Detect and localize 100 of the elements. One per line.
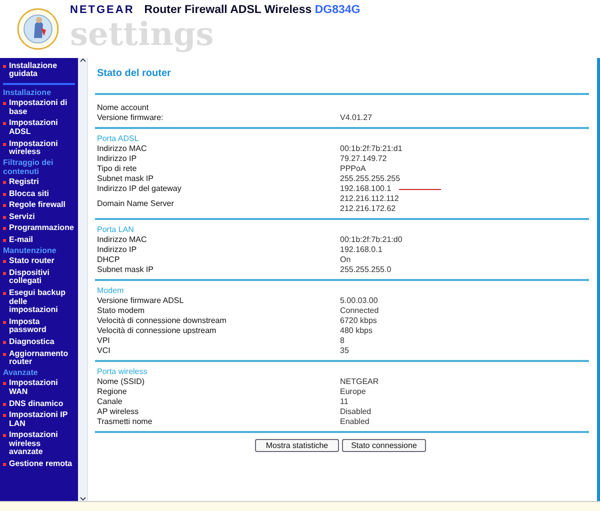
bullet-icon: [3, 181, 6, 184]
action-button[interactable]: Mostra statistiche: [255, 439, 339, 452]
field-value: 212.216.112.112: [340, 194, 399, 204]
field-value: 00:1b:2f:7b:21:d1: [340, 144, 402, 154]
field-value: 5.00.03.00: [340, 296, 378, 306]
sidebar-link[interactable]: Aggiornamento router: [9, 350, 75, 367]
field-label: Tipo di rete: [97, 164, 138, 174]
field-label: VCI: [97, 346, 112, 356]
field-value: 79.27.149.72: [340, 154, 387, 164]
bullet-icon: [3, 292, 6, 295]
scrollbar[interactable]: [78, 58, 88, 501]
field-value: Europe: [340, 387, 366, 397]
section-title: Porta LAN: [96, 225, 135, 235]
sidebar-link[interactable]: Installazione guidata: [9, 62, 75, 79]
bullet-icon: [3, 320, 6, 324]
bullet-icon: [3, 340, 6, 344]
field-label: Indirizzo MAC: [97, 144, 148, 154]
field-value: 8: [340, 336, 344, 346]
sidebar-link[interactable]: Programmazione: [9, 224, 74, 233]
field-value: Connected: [340, 306, 379, 316]
sidebar-link[interactable]: Registri: [9, 178, 39, 187]
field-value: 35: [340, 346, 349, 356]
sidebar-link[interactable]: Impostazioni wireless avanzate: [9, 431, 75, 458]
field-value: 255.255.255.255: [340, 174, 400, 184]
section-title: Porta ADSL: [96, 134, 140, 144]
bullet-icon: [3, 463, 6, 466]
model-name: DG834G: [314, 4, 360, 16]
field-label: Regione: [97, 387, 128, 397]
field-label: Nome account: [97, 103, 150, 113]
page-title: Stato del router: [95, 58, 589, 95]
field-label: Stato modem: [97, 306, 146, 316]
field-value: 192.168.0.1: [340, 245, 382, 255]
brand-name: NETGEAR: [70, 3, 134, 18]
sidebar-link[interactable]: Esegui backup delle impostazioni: [9, 288, 75, 315]
field-value: 00:1b:2f:7b:21:d0: [340, 235, 402, 245]
bullet-icon: [3, 434, 6, 438]
field-value: Disabled: [340, 407, 372, 417]
field-label: Versione firmware ADSL: [97, 296, 185, 306]
field-value: 480 kbps: [340, 326, 372, 336]
sidebar-heading: Installazione: [2, 88, 52, 98]
field-label: Canale: [97, 397, 124, 407]
sidebar-link[interactable]: Impostazioni wireless: [9, 140, 75, 157]
sidebar-link[interactable]: Servizi: [9, 212, 35, 222]
sidebar-heading: Avanzate: [2, 368, 39, 378]
product-title: Router Firewall ADSL Wireless: [144, 4, 312, 16]
field-label: Indirizzo IP: [97, 245, 138, 255]
bullet-icon: [3, 260, 6, 264]
sidebar-link[interactable]: Blocca siti: [9, 190, 50, 198]
scroll-up-icon[interactable]: [80, 58, 86, 62]
field-label: Indirizzo IP: [97, 154, 138, 164]
field-value: On: [340, 255, 351, 265]
bullet-icon: [3, 192, 6, 196]
sidebar-link[interactable]: Diagnostica: [9, 338, 54, 347]
field-label: Velocità di connessione downstream: [97, 316, 228, 326]
section-title: Porta wireless: [96, 367, 148, 377]
field-label: Domain Name Server: [97, 199, 175, 209]
bullet-icon: [3, 102, 6, 106]
field-label: VPI: [97, 336, 111, 346]
sidebar-link[interactable]: Impostazioni di base: [9, 99, 75, 116]
bullet-icon: [3, 352, 6, 356]
field-value: Enabled: [340, 417, 370, 427]
sidebar-heading: Filtraggio dei contenuti: [2, 158, 54, 177]
sidebar-link[interactable]: Imposta password: [9, 318, 75, 335]
sidebar-link[interactable]: Gestione remota: [9, 460, 72, 469]
bullet-icon: [3, 122, 6, 126]
sidebar-link[interactable]: Impostazioni WAN: [9, 379, 75, 396]
section-title: Modem: [96, 286, 125, 296]
sidebar-link[interactable]: Regole firewall: [9, 201, 66, 210]
sidebar-link[interactable]: DNS dinamico: [9, 400, 64, 408]
bullet-icon: [3, 64, 6, 68]
field-label: Subnet mask IP: [97, 265, 154, 275]
bullet-icon: [3, 204, 6, 208]
bullet-icon: [3, 382, 6, 386]
sidebar-heading: Manutenzione: [2, 246, 58, 256]
field-value: PPPoA: [340, 164, 366, 174]
field-label: Nome (SSID): [97, 377, 146, 387]
field-value: 192.168.100.1: [340, 184, 392, 194]
action-button[interactable]: Stato connessione: [342, 439, 426, 452]
field-label: Velocità di connessione upstream: [97, 326, 218, 336]
bullet-icon: [3, 239, 6, 242]
sidebar-link[interactable]: Dispositivi collegati: [9, 268, 75, 286]
bullet-icon: [3, 216, 6, 219]
sidebar-link[interactable]: Impostazioni IP LAN: [9, 411, 75, 428]
field-value: 255.255.255.0: [340, 265, 392, 275]
field-label: DHCP: [97, 255, 121, 265]
bullet-icon: [3, 227, 6, 230]
logo-icon: [17, 8, 59, 50]
sidebar-link[interactable]: E-mail: [9, 236, 34, 245]
field-value: 6720 kbps: [340, 316, 377, 326]
field-label: AP wireless: [97, 407, 140, 417]
scroll-down-icon[interactable]: [80, 497, 86, 501]
field-value: V4.01.27: [340, 113, 372, 123]
field-value: 212.216.172.62: [340, 204, 396, 214]
field-label: Indirizzo IP del gateway: [97, 184, 182, 194]
bullet-icon: [3, 414, 6, 418]
field-label: Versione firmware:: [97, 113, 164, 123]
sidebar-link[interactable]: Stato router: [9, 257, 54, 266]
sidebar-link[interactable]: Impostazioni ADSL: [9, 119, 75, 137]
field-label: Subnet mask IP: [97, 174, 154, 184]
field-value: 11: [340, 397, 348, 407]
